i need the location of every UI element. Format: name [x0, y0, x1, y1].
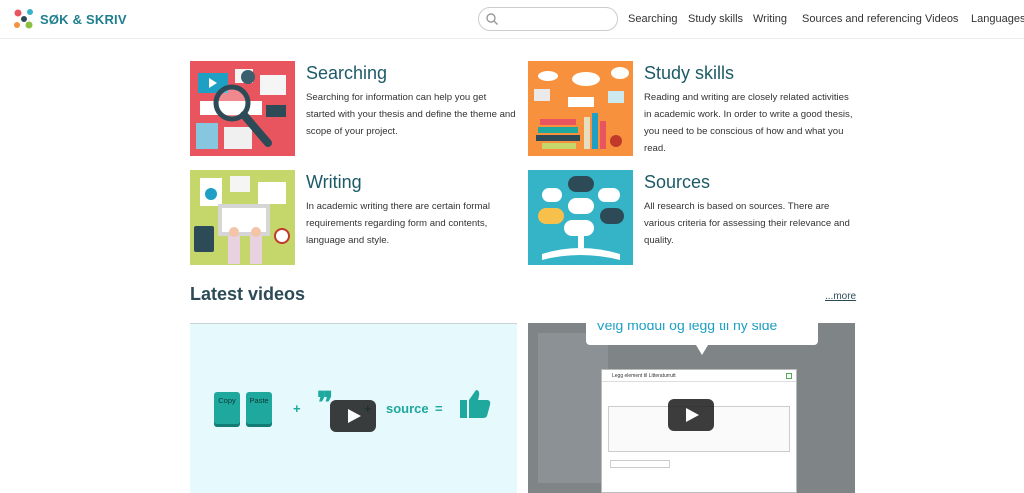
searching-illustration[interactable] — [190, 61, 295, 156]
nav-languages[interactable]: Languages — [971, 0, 1024, 39]
dialog-select[interactable] — [610, 460, 670, 468]
more-videos-link[interactable]: ...more — [825, 291, 856, 302]
play-button[interactable] — [330, 400, 376, 432]
play-button-2[interactable] — [668, 399, 714, 431]
top-navigation-bar: SØK & SKRIV Searching Study skills Writi… — [0, 0, 1024, 39]
card-text-study-skills: Reading and writing are closely related … — [644, 92, 853, 154]
nav-sources-and-referencing[interactable]: Sources and referencing — [802, 0, 922, 39]
bubble-tail — [696, 345, 708, 355]
card-study-skills[interactable]: Study skills Reading and writing are clo… — [528, 61, 858, 157]
writing-illustration[interactable] — [190, 170, 295, 265]
nav-searching[interactable]: Searching — [628, 0, 678, 39]
video-player-copy-paste[interactable]: Copy Paste + ❞ + source = — [190, 323, 517, 493]
card-text-sources: All research is based on sources. There … — [644, 201, 850, 246]
card-title-study-skills[interactable]: Study skills — [644, 63, 734, 84]
thumbs-up-icon — [460, 390, 491, 418]
plus-sign: + — [293, 401, 301, 416]
banner-bubble: Velg modul og legg til ny side — [586, 323, 818, 345]
latest-videos-heading: Latest videos — [190, 284, 306, 304]
card-text-searching: Searching for information can help you g… — [306, 92, 516, 137]
card-title-writing[interactable]: Writing — [306, 172, 362, 193]
dialog-close-icon[interactable] — [786, 373, 792, 379]
background-panel — [538, 333, 608, 483]
dialog-window: Legg element til Litteraturrutt — [601, 369, 797, 493]
source-word: source — [386, 401, 429, 416]
site-logo[interactable]: SØK & SKRIV — [12, 7, 127, 31]
card-title-sources[interactable]: Sources — [644, 172, 710, 193]
card-title-searching[interactable]: Searching — [306, 63, 387, 84]
search-box[interactable] — [478, 7, 618, 31]
nav-writing[interactable]: Writing — [753, 0, 787, 39]
video-player-module[interactable]: Velg modul og legg til ny side Legg elem… — [528, 323, 855, 493]
card-writing[interactable]: Writing In academic writing there are ce… — [190, 170, 520, 266]
card-searching[interactable]: Searching Searching for information can … — [190, 61, 520, 157]
search-input[interactable] — [503, 11, 611, 27]
nav-videos[interactable]: Videos — [925, 0, 958, 39]
search-icon — [486, 13, 498, 25]
logo-icon — [14, 9, 33, 29]
study-skills-illustration[interactable] — [528, 61, 633, 156]
sources-illustration[interactable] — [528, 170, 633, 265]
equals-sign: = — [435, 401, 443, 416]
card-text-writing: In academic writing there are certain fo… — [306, 201, 490, 246]
copy-key: Copy — [214, 392, 240, 424]
nav-study-skills[interactable]: Study skills — [688, 0, 743, 39]
logo-text: SØK & SKRIV — [40, 11, 127, 27]
card-sources[interactable]: Sources All research is based on sources… — [528, 170, 858, 266]
paste-key: Paste — [246, 392, 272, 424]
